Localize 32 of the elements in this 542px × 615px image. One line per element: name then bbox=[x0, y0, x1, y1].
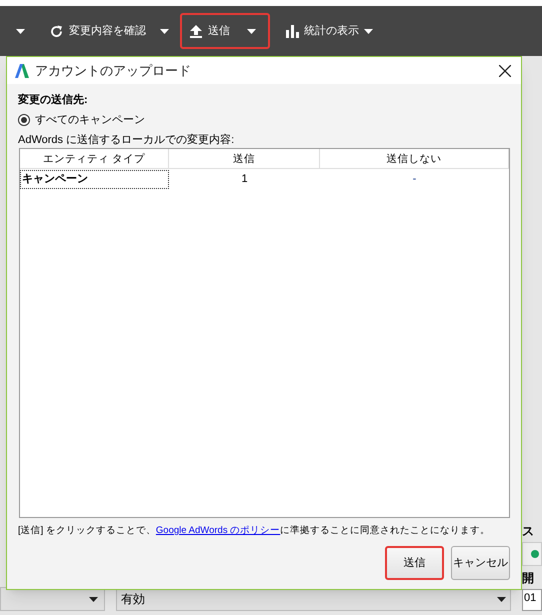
caret-icon bbox=[497, 596, 506, 602]
menu-button[interactable]: 統計の表示 bbox=[280, 13, 379, 49]
column-header[interactable]: 送信 bbox=[169, 149, 320, 168]
notice-text: [送信] をクリックすることで、Google AdWords のポリシー に準拠することに同意されたことになります。 bbox=[18, 524, 490, 538]
logo-icon bbox=[15, 64, 29, 78]
dialog-button[interactable]: 送信 bbox=[385, 546, 444, 580]
table-cell-text: 1 bbox=[240, 172, 249, 187]
caret-icon bbox=[16, 28, 24, 34]
dialog-button[interactable]: キャンセル bbox=[451, 546, 510, 580]
section-label: AdWords に送信するローカルでの変更内容: bbox=[18, 132, 236, 148]
date-field[interactable]: 01 bbox=[522, 589, 542, 611]
caret-icon bbox=[160, 28, 168, 34]
dialog-title: アカウントのアップロード bbox=[35, 62, 191, 80]
policy-link[interactable]: Google AdWords のポリシー bbox=[156, 525, 280, 536]
section-label: 変更の送信先: bbox=[18, 92, 89, 108]
upload-icon bbox=[190, 24, 202, 38]
close-button[interactable] bbox=[497, 62, 513, 78]
radio-label: すべてのキャンペーン bbox=[35, 112, 145, 128]
caret-icon bbox=[247, 28, 256, 34]
toolbar-button[interactable]: 送信 bbox=[180, 13, 270, 49]
table-cell: キャンペーン bbox=[20, 170, 169, 188]
radio-button[interactable] bbox=[18, 114, 30, 126]
caret-icon bbox=[364, 28, 373, 34]
caret-icon bbox=[89, 596, 98, 602]
field-label: ス bbox=[522, 523, 534, 540]
field-label: 開 bbox=[522, 570, 534, 587]
column-header[interactable]: 送信しない bbox=[320, 149, 509, 168]
refresh-icon bbox=[50, 24, 63, 38]
table-cell-text: - bbox=[412, 172, 418, 187]
bar-chart-icon bbox=[286, 24, 299, 38]
toolbar-button[interactable]: 変更内容を確認 bbox=[44, 13, 152, 49]
column-header[interactable]: エンティティ タイプ bbox=[20, 149, 169, 168]
